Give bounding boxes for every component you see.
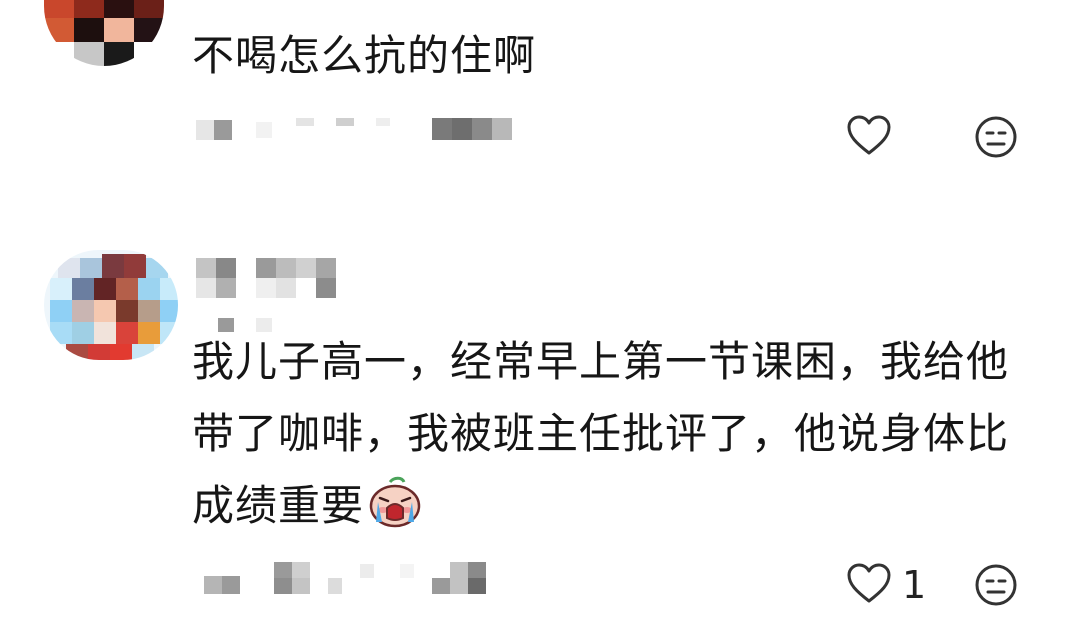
like-count: 1 <box>902 563 927 607</box>
comment-meta-censored <box>196 118 516 142</box>
comment-text: 我儿子高一，经常早上第一节课困，我给他带了咖啡，我被班主任批评了，他说身体比成绩… <box>192 326 1042 550</box>
avatar[interactable] <box>44 0 164 66</box>
like-button[interactable]: 1 <box>846 562 926 608</box>
neutral-face-icon <box>974 115 1018 163</box>
neutral-face-icon <box>974 563 1018 611</box>
dislike-button[interactable] <box>974 115 1018 163</box>
like-button[interactable] <box>846 114 892 160</box>
username-censored <box>196 258 346 334</box>
dislike-button[interactable] <box>974 563 1018 611</box>
comment-text: 不喝怎么抗的住啊 <box>192 31 537 80</box>
heart-outline-icon <box>846 562 892 608</box>
heart-outline-icon <box>846 114 892 160</box>
comment-text-content: 我儿子高一，经常早上第一节课困，我给他带了咖啡，我被班主任批评了，他说身体比成绩… <box>192 337 1010 530</box>
comment-meta-censored <box>204 562 504 596</box>
crying-emoji-icon <box>368 476 422 550</box>
avatar[interactable] <box>44 250 178 360</box>
